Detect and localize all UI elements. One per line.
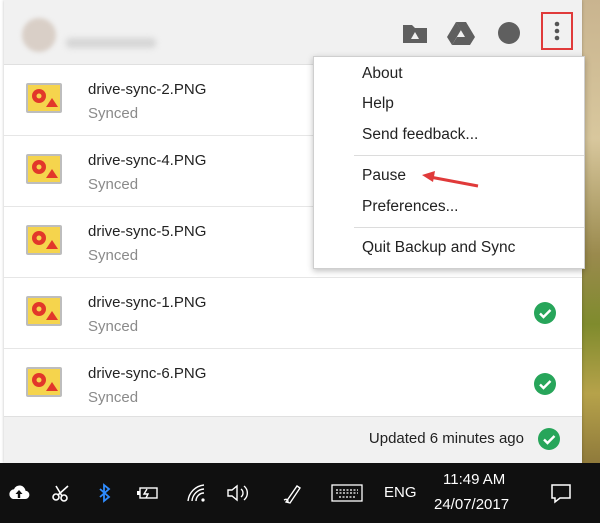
input-language[interactable]: ENG [384,484,417,501]
bluetooth-icon[interactable] [92,481,118,505]
file-status: Synced [88,318,139,335]
list-item[interactable]: drive-sync-6.PNG Synced [4,349,582,419]
pen-workspace-icon[interactable] [280,481,306,505]
last-updated-status: Updated 6 minutes ago [368,430,524,447]
menu-item-send-feedback[interactable]: Send feedback... [362,126,478,144]
google-photos-icon[interactable] [492,16,526,50]
file-name: drive-sync-2.PNG [88,81,207,98]
action-center-icon[interactable] [548,481,574,505]
image-file-icon [26,154,62,184]
google-drive-icon[interactable] [444,16,478,50]
image-file-icon [26,83,62,113]
file-name: drive-sync-4.PNG [88,152,207,169]
file-name: drive-sync-5.PNG [88,223,207,240]
touch-keyboard-icon[interactable] [330,481,364,505]
menu-item-help[interactable]: Help [362,95,394,113]
menu-item-quit[interactable]: Quit Backup and Sync [362,239,515,257]
annotation-arrow-icon [422,171,479,188]
volume-icon[interactable] [226,481,252,505]
snipping-tool-icon[interactable] [48,481,74,505]
menu-divider [354,227,584,228]
panel-footer: Updated 6 minutes ago [4,416,582,464]
backup-sync-tray-icon[interactable] [6,481,32,505]
file-name: drive-sync-6.PNG [88,365,207,382]
list-item[interactable]: drive-sync-1.PNG Synced [4,278,582,349]
menu-item-preferences[interactable]: Preferences... [362,198,459,216]
windows-taskbar: ENG 11:49 AM 24/07/2017 [0,463,600,523]
open-folder-icon[interactable] [398,16,432,50]
more-options-button[interactable] [541,12,573,50]
more-vert-icon [554,21,560,41]
file-status: Synced [88,176,139,193]
account-avatar[interactable] [22,18,56,52]
menu-item-pause[interactable]: Pause [362,167,406,185]
battery-icon[interactable] [134,481,160,505]
file-status: Synced [88,247,139,264]
file-status: Synced [88,105,139,122]
menu-divider [354,155,584,156]
image-file-icon [26,225,62,255]
image-file-icon [26,367,62,397]
synced-check-icon [534,373,556,395]
wifi-icon[interactable] [184,481,210,505]
file-status: Synced [88,389,139,406]
clock-time[interactable]: 11:49 AM [443,471,505,488]
synced-check-icon [538,428,560,450]
file-name: drive-sync-1.PNG [88,294,207,311]
clock-date[interactable]: 24/07/2017 [434,496,509,513]
synced-check-icon [534,302,556,324]
more-options-menu: About Help Send feedback... Pause Prefer… [313,56,585,269]
menu-item-about[interactable]: About [362,65,403,83]
image-file-icon [26,296,62,326]
account-name-blurred [66,38,156,48]
